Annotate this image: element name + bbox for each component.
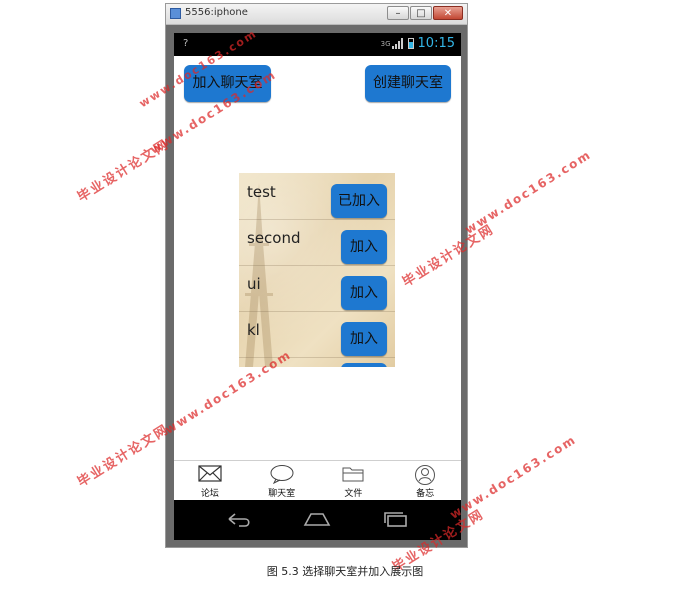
battery-icon (407, 38, 414, 49)
status-bar: ? 3G 10:15 (174, 33, 461, 56)
room-joined-button[interactable]: 已加入 (331, 184, 387, 218)
window-title: 5556:iphone (185, 7, 248, 18)
join-chat-button[interactable]: 加入聊天室 (184, 65, 271, 102)
tab-chatroom[interactable]: 聊天室 (246, 461, 318, 501)
create-chat-button[interactable]: 创建聊天室 (365, 65, 451, 102)
app-screen: 加入聊天室 创建聊天室 test 已加入 second 加入 ui 加入 kl … (174, 56, 461, 460)
tab-label: 文件 (344, 489, 363, 499)
room-name: kl (247, 321, 260, 339)
status-time: 10:15 (417, 36, 455, 51)
close-button[interactable]: ✕ (433, 6, 463, 20)
room-join-button[interactable]: 加入 (341, 276, 387, 310)
home-icon[interactable] (302, 510, 332, 528)
chat-bubble-icon (270, 465, 294, 484)
room-row[interactable]: test 已加入 (239, 173, 395, 220)
watermark-text: 毕业设计论文网 (75, 137, 173, 206)
app-icon (170, 8, 181, 19)
recent-apps-icon[interactable] (381, 510, 411, 528)
watermark-url: www.doc163.com (462, 147, 595, 237)
tab-memo[interactable]: 备忘 (389, 461, 461, 501)
room-row[interactable]: kl 加入 (239, 311, 395, 358)
room-join-button-partial[interactable] (341, 363, 387, 367)
room-name: test (247, 183, 276, 201)
room-join-button[interactable]: 加入 (341, 230, 387, 264)
watermark-text: 毕业设计论文网 (75, 422, 173, 491)
phone-device: ? 3G 10:15 加入聊天室 创建聊天室 test 已加入 second 加… (174, 33, 461, 540)
room-row[interactable]: second 加入 (239, 219, 395, 266)
emulator-window: 5556:iphone – □ ✕ ? 3G 10:15 加入聊天室 创建聊天室 (165, 3, 468, 548)
window-controls: – □ ✕ (387, 6, 463, 20)
android-nav-bar (174, 500, 461, 540)
window-titlebar[interactable]: 5556:iphone – □ ✕ (166, 4, 467, 25)
bottom-tab-bar: 论坛 聊天室 文件 备忘 (174, 460, 461, 501)
maximize-button[interactable]: □ (410, 6, 432, 20)
tab-files[interactable]: 文件 (318, 461, 390, 501)
user-circle-icon (415, 465, 436, 485)
status-icons: 3G 10:15 (381, 36, 455, 51)
figure-caption: 图 5.3 选择聊天室并加入展示图 (266, 565, 424, 578)
room-row[interactable]: ui 加入 (239, 265, 395, 312)
tab-label: 聊天室 (268, 489, 296, 499)
signal-icon (391, 38, 404, 49)
network-type-label: 3G (380, 39, 391, 48)
tab-label: 备忘 (416, 489, 435, 499)
tab-label: 论坛 (200, 489, 219, 499)
room-join-button[interactable]: 加入 (341, 322, 387, 356)
tab-forum[interactable]: 论坛 (174, 461, 246, 501)
mail-icon (198, 465, 222, 482)
back-icon[interactable] (225, 510, 253, 528)
room-name: second (247, 229, 301, 247)
folder-icon (342, 467, 364, 482)
minimize-button[interactable]: – (387, 6, 409, 20)
room-name: ui (247, 275, 261, 293)
room-list[interactable]: test 已加入 second 加入 ui 加入 kl 加入 (239, 173, 395, 367)
status-unknown-indicator: ? (183, 38, 189, 49)
